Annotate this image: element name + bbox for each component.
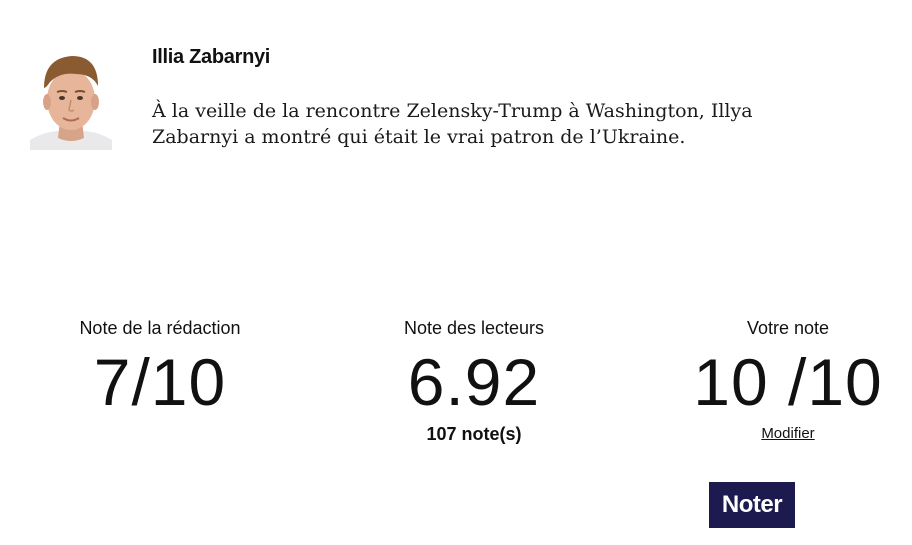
your-rating: Votre note 10 /10 Modifier (658, 316, 912, 446)
readers-rating-count: 107 note(s) (426, 424, 522, 444)
readers-rating-label: Note des lecteurs (403, 318, 545, 338)
rate-button[interactable]: Noter (709, 482, 795, 528)
editorial-rating-label: Note de la rédaction (79, 318, 241, 338)
modify-rating-link[interactable]: Modifier (761, 422, 814, 446)
readers-rating: Note des lecteurs 6.92 107 note(s) (344, 316, 604, 446)
your-rating-label: Votre note (746, 318, 830, 338)
player-name: Illia Zabarnyi (152, 46, 271, 68)
player-photo (30, 44, 112, 150)
readers-rating-value: 6.92 (407, 345, 541, 419)
editorial-rating-value: 7/10 (93, 345, 227, 419)
your-rating-value: 10 /10 (693, 345, 883, 419)
player-portrait-icon (30, 56, 112, 150)
player-comment: À la veille de la rencontre Zelensky-Tru… (152, 100, 753, 148)
editorial-rating: Note de la rédaction 7/10 (30, 316, 290, 422)
